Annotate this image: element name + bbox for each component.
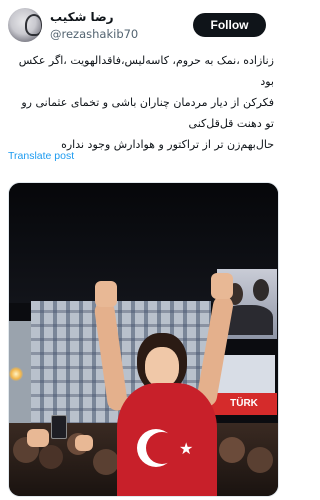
post-text-line: فکرکن از دیار مردمان چناران باشی و تخمای… [21, 96, 274, 109]
person-face [145, 347, 179, 387]
star-icon: ★ [179, 439, 194, 458]
author-name[interactable]: رضا شکیب [50, 10, 114, 24]
crowd-hand [27, 429, 49, 447]
avatar[interactable] [8, 8, 42, 42]
post-text: زنازاده ،نمک به حروم، کاسه‌لیس،فاقدالهوی… [8, 50, 274, 155]
translate-post-link[interactable]: Translate post [8, 150, 74, 162]
peace-hand-left [95, 281, 117, 307]
author-handle[interactable]: @rezashakib70 [50, 27, 138, 41]
post-photo[interactable]: TÜRK ★ [8, 182, 279, 497]
banner: TÜRK [211, 393, 277, 415]
post-text-line: تو دهنت قل‌قل‌کنی [188, 117, 274, 130]
street-lamp [9, 367, 23, 381]
phone [51, 415, 67, 439]
post-text-line: بود [260, 75, 274, 88]
billboard-lower [217, 355, 275, 393]
post-text-line: زنازاده ،نمک به حروم، کاسه‌لیس،فاقدالهوی… [18, 54, 274, 67]
crowd-hand [75, 435, 93, 451]
follow-button[interactable]: Follow [193, 13, 266, 37]
peace-hand-right [211, 273, 233, 299]
post-header: رضا شکیب @rezashakib70 Follow [8, 8, 276, 44]
